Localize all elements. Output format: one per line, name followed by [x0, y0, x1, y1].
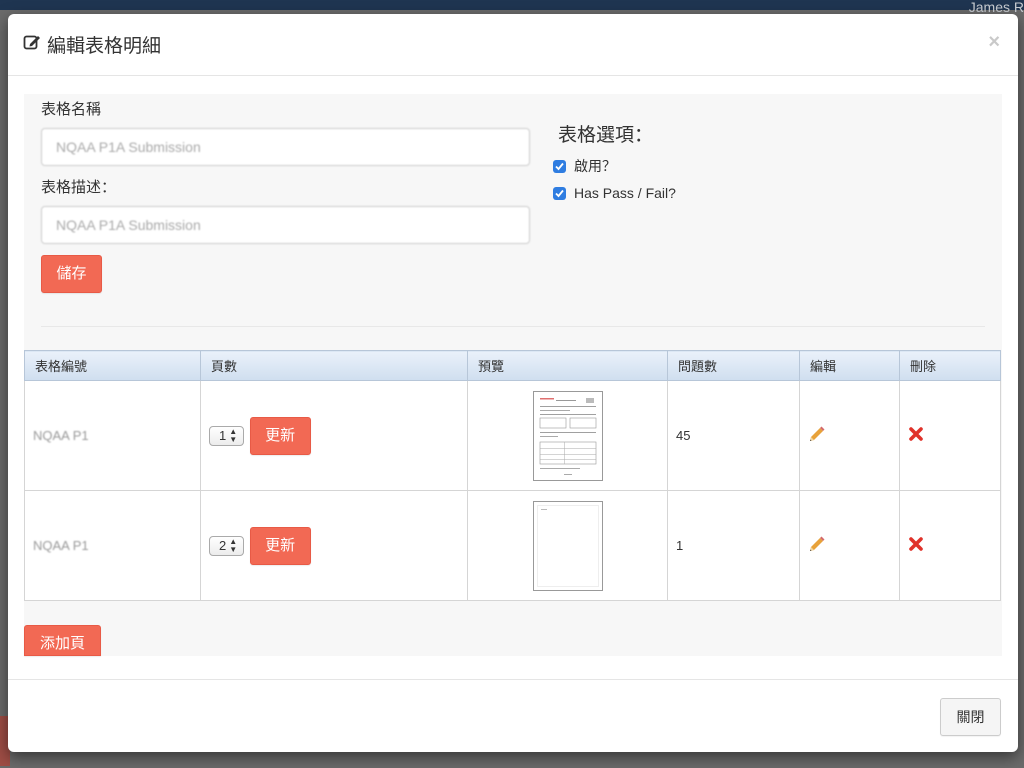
- question-count: 1: [676, 538, 684, 553]
- edit-cell: [799, 490, 900, 601]
- column-header: 表格編號: [24, 350, 201, 381]
- delete-x-icon[interactable]: [908, 426, 924, 445]
- modal-title: 編輯表格明細: [23, 31, 161, 58]
- select-arrows-icon: ▲ ▼: [229, 426, 238, 444]
- page-cell: 2 ▲ ▼ 更新: [200, 490, 468, 601]
- table-row: NQAA P1 1 ▲ ▼ 更新 45: [24, 380, 1001, 491]
- table-row: NQAA P1 2 ▲ ▼ 更新 1: [24, 490, 1001, 601]
- page-preview-thumbnail[interactable]: [532, 390, 603, 481]
- form-desc-input[interactable]: NQAA P1A Submission: [41, 206, 530, 244]
- blank-page-preview-icon: [536, 504, 599, 587]
- page-select-value: 2: [219, 538, 227, 553]
- modal-title-text: 編輯表格明細: [47, 36, 162, 57]
- modal-footer: 關閉: [8, 679, 1018, 752]
- column-header: 編輯: [799, 350, 900, 381]
- column-header: 頁數: [200, 350, 468, 381]
- delete-cell: [899, 380, 1001, 491]
- edit-cell: [799, 380, 900, 491]
- edit-icon: [23, 33, 41, 57]
- page-select-value: 1: [219, 428, 227, 443]
- update-button[interactable]: 更新: [249, 416, 311, 455]
- pencil-icon[interactable]: [808, 425, 826, 446]
- form-code-cell: NQAA P1: [24, 380, 201, 491]
- column-header: 刪除: [899, 350, 1001, 381]
- add-page-button[interactable]: 添加頁: [24, 625, 101, 656]
- form-desc-label: 表格描述：: [41, 179, 117, 196]
- delete-cell: [899, 490, 1001, 601]
- table-header-row: 表格編號 頁數 預覽 問題數 編輯 刪除: [24, 350, 1001, 381]
- background-topbar: [0, 0, 1024, 10]
- preview-cell: [467, 380, 668, 491]
- save-button[interactable]: 儲存: [41, 255, 102, 293]
- column-header: 問題數: [667, 350, 800, 381]
- checkbox-checked-icon[interactable]: [553, 159, 566, 173]
- options-title: 表格選項：: [558, 125, 654, 146]
- pencil-icon[interactable]: [808, 535, 826, 556]
- page-cell: 1 ▲ ▼ 更新: [200, 380, 468, 491]
- option-enabled[interactable]: 啟用？: [553, 156, 616, 176]
- close-button[interactable]: 關閉: [940, 698, 1001, 736]
- close-icon[interactable]: ×: [988, 32, 1000, 52]
- delete-x-icon[interactable]: [908, 536, 924, 555]
- question-count-cell: 1: [667, 490, 800, 601]
- modal-header: 編輯表格明細 ×: [8, 14, 1018, 76]
- form-code: NQAA P1: [33, 538, 89, 553]
- form-name-input[interactable]: NQAA P1A Submission: [41, 128, 530, 166]
- question-count: 45: [676, 428, 691, 443]
- background-user-name: James R: [968, 0, 1024, 15]
- page-select[interactable]: 1 ▲ ▼: [209, 425, 244, 446]
- option-pass-fail[interactable]: Has Pass / Fail?: [553, 185, 676, 201]
- option-pass-fail-label: Has Pass / Fail?: [574, 185, 676, 201]
- form-name-label: 表格名稱: [41, 101, 102, 118]
- form-code: NQAA P1: [33, 428, 89, 443]
- modal-body: 表格名稱 NQAA P1A Submission 表格描述： NQAA P1A …: [8, 76, 1018, 679]
- form-page-preview-icon: [539, 397, 596, 475]
- page-select[interactable]: 2 ▲ ▼: [209, 535, 244, 556]
- page-preview-thumbnail[interactable]: [532, 500, 603, 591]
- update-button[interactable]: 更新: [249, 526, 311, 565]
- column-header: 預覽: [467, 350, 668, 381]
- option-enabled-label: 啟用？: [574, 158, 616, 174]
- pages-table: 表格編號 頁數 預覽 問題數 編輯 刪除 NQAA P1 1 ▲ ▼ 更新 45…: [24, 350, 1001, 601]
- question-count-cell: 45: [667, 380, 800, 491]
- checkbox-checked-icon[interactable]: [553, 186, 566, 200]
- preview-cell: [467, 490, 668, 601]
- form-code-cell: NQAA P1: [24, 490, 201, 601]
- select-arrows-icon: ▲ ▼: [229, 536, 238, 554]
- edit-form-modal: 編輯表格明細 × 表格名稱 NQAA P1A Submission 表格描述： …: [8, 14, 1018, 752]
- section-divider: [41, 326, 985, 327]
